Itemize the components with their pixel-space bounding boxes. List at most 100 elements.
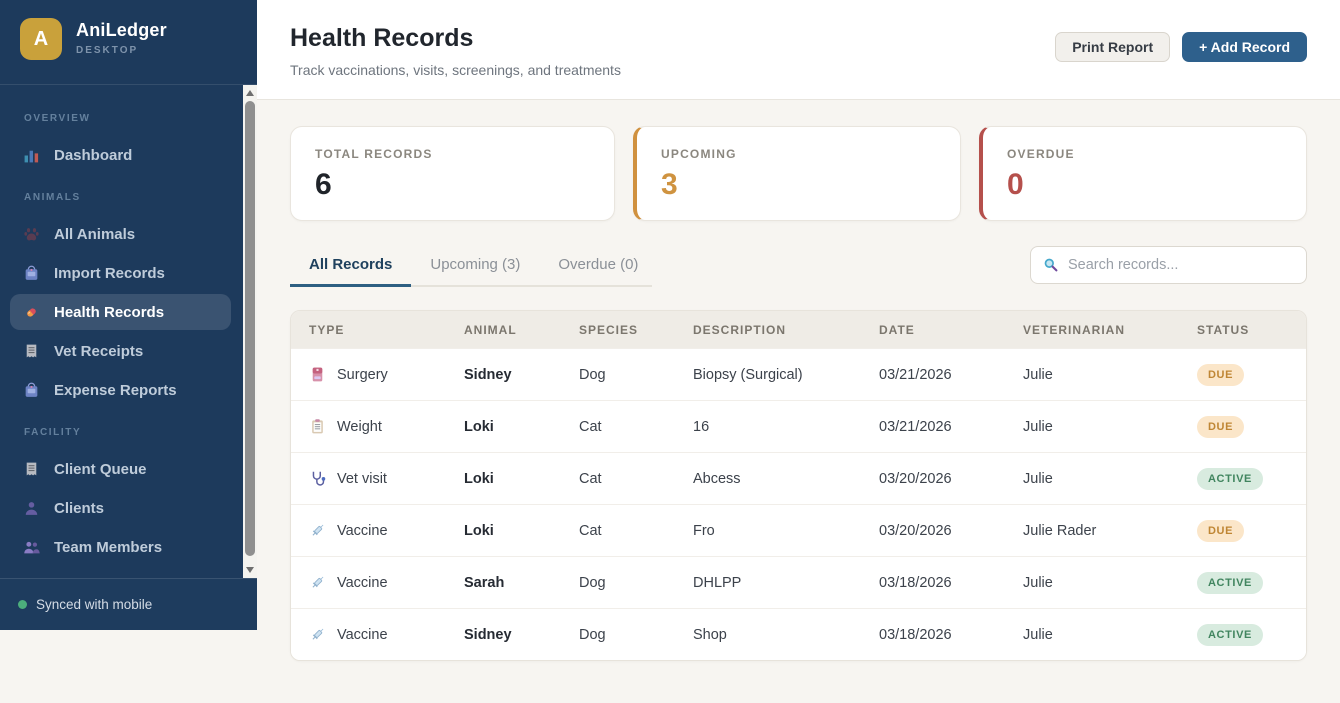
record-description: Shop	[693, 626, 727, 643]
stat-label: UPCOMING	[661, 147, 737, 161]
status-badge: ACTIVE	[1197, 571, 1263, 594]
table-row[interactable]: Vaccine Loki Cat Fro 03/20/2026 Julie Ra…	[291, 504, 1306, 556]
sidebar-item-dashboard[interactable]: Dashboard	[10, 137, 231, 173]
sidebar-header: A AniLedger DESKTOP	[0, 0, 257, 85]
record-type: Vaccine	[337, 574, 388, 591]
table-header-row: TYPE ANIMAL SPECIES DESCRIPTION DATE VET…	[291, 311, 1306, 348]
column-header-animal: ANIMAL	[464, 322, 517, 337]
sidebar-item-import-records[interactable]: Import Records	[10, 255, 231, 291]
sidebar-section-animals: ANIMALS	[24, 192, 81, 203]
scrollbar-down-arrow-icon[interactable]	[243, 563, 257, 577]
bar-chart-icon	[22, 146, 40, 164]
column-header-status: STATUS	[1197, 322, 1250, 337]
status-badge: DUE	[1197, 363, 1245, 386]
sidebar-scrollbar[interactable]	[243, 85, 257, 578]
record-type: Weight	[337, 418, 382, 435]
record-description: Biopsy (Surgical)	[693, 366, 803, 383]
sidebar-nav: OVERVIEW Dashboard ANIMALS All Animals I…	[0, 97, 257, 565]
print-report-button[interactable]: Print Report	[1055, 32, 1171, 62]
app-edition: DESKTOP	[76, 45, 139, 56]
record-veterinarian: Julie	[1023, 366, 1053, 383]
search-icon	[1044, 258, 1058, 272]
search-input[interactable]	[1068, 257, 1294, 273]
sidebar-section-overview: OVERVIEW	[24, 113, 91, 124]
record-date: 03/21/2026	[879, 418, 952, 435]
record-animal: Sidney	[464, 626, 512, 643]
app-logo: A	[20, 18, 62, 60]
scrollbar-up-arrow-icon[interactable]	[243, 86, 257, 100]
sidebar-item-label: Health Records	[54, 303, 165, 321]
sidebar-scroll-area: OVERVIEW Dashboard ANIMALS All Animals I…	[0, 85, 257, 578]
sidebar-item-label: Client Queue	[54, 460, 147, 478]
stats-row: TOTAL RECORDS 6 UPCOMING 3 OVERDUE 0	[290, 126, 1307, 221]
table-row[interactable]: Weight Loki Cat 16 03/21/2026 Julie DUE	[291, 400, 1306, 452]
tabs: All Records Upcoming (3) Overdue (0)	[290, 250, 652, 287]
main-content: Health Records Track vaccinations, visit…	[257, 0, 1340, 703]
sidebar-item-label: Import Records	[54, 264, 165, 282]
record-type: Surgery	[337, 366, 388, 383]
record-veterinarian: Julie	[1023, 418, 1053, 435]
receipt-icon	[22, 460, 40, 478]
sidebar-item-client-queue[interactable]: Client Queue	[10, 451, 231, 487]
table-row[interactable]: Vaccine Sidney Dog Shop 03/18/2026 Julie…	[291, 608, 1306, 660]
record-description: Fro	[693, 522, 715, 539]
sidebar-item-team-members[interactable]: Team Members	[10, 529, 231, 565]
page-subtitle: Track vaccinations, visits, screenings, …	[290, 62, 621, 78]
record-species: Cat	[579, 418, 602, 435]
stat-label: TOTAL RECORDS	[315, 147, 433, 161]
add-record-button[interactable]: + Add Record	[1182, 32, 1307, 62]
scrollbar-thumb[interactable]	[245, 101, 255, 556]
record-species: Cat	[579, 470, 602, 487]
tab-all-records[interactable]: All Records	[290, 250, 412, 287]
tab-overdue[interactable]: Overdue (0)	[539, 250, 657, 285]
app-name: AniLedger	[76, 20, 167, 40]
stat-card-upcoming: UPCOMING 3	[633, 126, 961, 221]
sidebar-item-health-records[interactable]: Health Records	[10, 294, 231, 330]
record-veterinarian: Julie	[1023, 470, 1053, 487]
sidebar-item-label: Vet Receipts	[54, 342, 144, 360]
header-actions: Print Report + Add Record	[1055, 32, 1307, 99]
column-header-type: TYPE	[309, 322, 345, 337]
tab-upcoming[interactable]: Upcoming (3)	[411, 250, 539, 285]
search-box[interactable]	[1030, 246, 1307, 284]
sync-status-text: Synced with mobile	[36, 597, 153, 612]
record-date: 03/18/2026	[879, 626, 952, 643]
record-animal: Sidney	[464, 366, 512, 383]
paw-icon	[22, 225, 40, 243]
column-header-date: DATE	[879, 322, 915, 337]
clipboard-icon	[312, 419, 323, 434]
record-type: Vaccine	[337, 626, 388, 643]
record-type: Vet visit	[337, 470, 387, 487]
expense-box-icon	[22, 381, 40, 399]
record-date: 03/20/2026	[879, 470, 952, 487]
surgery-icon	[312, 367, 323, 382]
syringe-icon	[312, 628, 324, 640]
column-header-veterinarian: VETERINARIAN	[1023, 322, 1126, 337]
sidebar-item-label: All Animals	[54, 225, 136, 243]
status-badge: ACTIVE	[1197, 623, 1263, 646]
record-animal: Loki	[464, 522, 494, 539]
status-badge: DUE	[1197, 519, 1245, 542]
column-header-species: SPECIES	[579, 322, 639, 337]
sidebar-item-vet-receipts[interactable]: Vet Receipts	[10, 333, 231, 369]
table-row[interactable]: Vaccine Sarah Dog DHLPP 03/18/2026 Julie…	[291, 556, 1306, 608]
stat-card-total-records: TOTAL RECORDS 6	[290, 126, 615, 221]
stat-card-overdue: OVERDUE 0	[979, 126, 1307, 221]
people-icon	[22, 538, 40, 556]
sidebar-item-label: Clients	[54, 499, 105, 517]
table-row[interactable]: Vet visit Loki Cat Abcess 03/20/2026 Jul…	[291, 452, 1306, 504]
sidebar-item-all-animals[interactable]: All Animals	[10, 216, 231, 252]
sidebar-item-expense-reports[interactable]: Expense Reports	[10, 372, 231, 408]
table-row[interactable]: Surgery Sidney Dog Biopsy (Surgical) 03/…	[291, 348, 1306, 400]
stat-value: 3	[661, 168, 678, 201]
pill-icon	[22, 303, 40, 321]
record-species: Cat	[579, 522, 602, 539]
record-veterinarian: Julie	[1023, 626, 1053, 643]
sidebar-section-facility: FACILITY	[24, 427, 82, 438]
record-animal: Loki	[464, 418, 494, 435]
sidebar-item-label: Dashboard	[54, 146, 133, 164]
record-animal: Loki	[464, 470, 494, 487]
syringe-icon	[312, 576, 324, 588]
sidebar-item-clients[interactable]: Clients	[10, 490, 231, 526]
app-window: A AniLedger DESKTOP OVERVIEW Dashboard A…	[0, 0, 1340, 703]
